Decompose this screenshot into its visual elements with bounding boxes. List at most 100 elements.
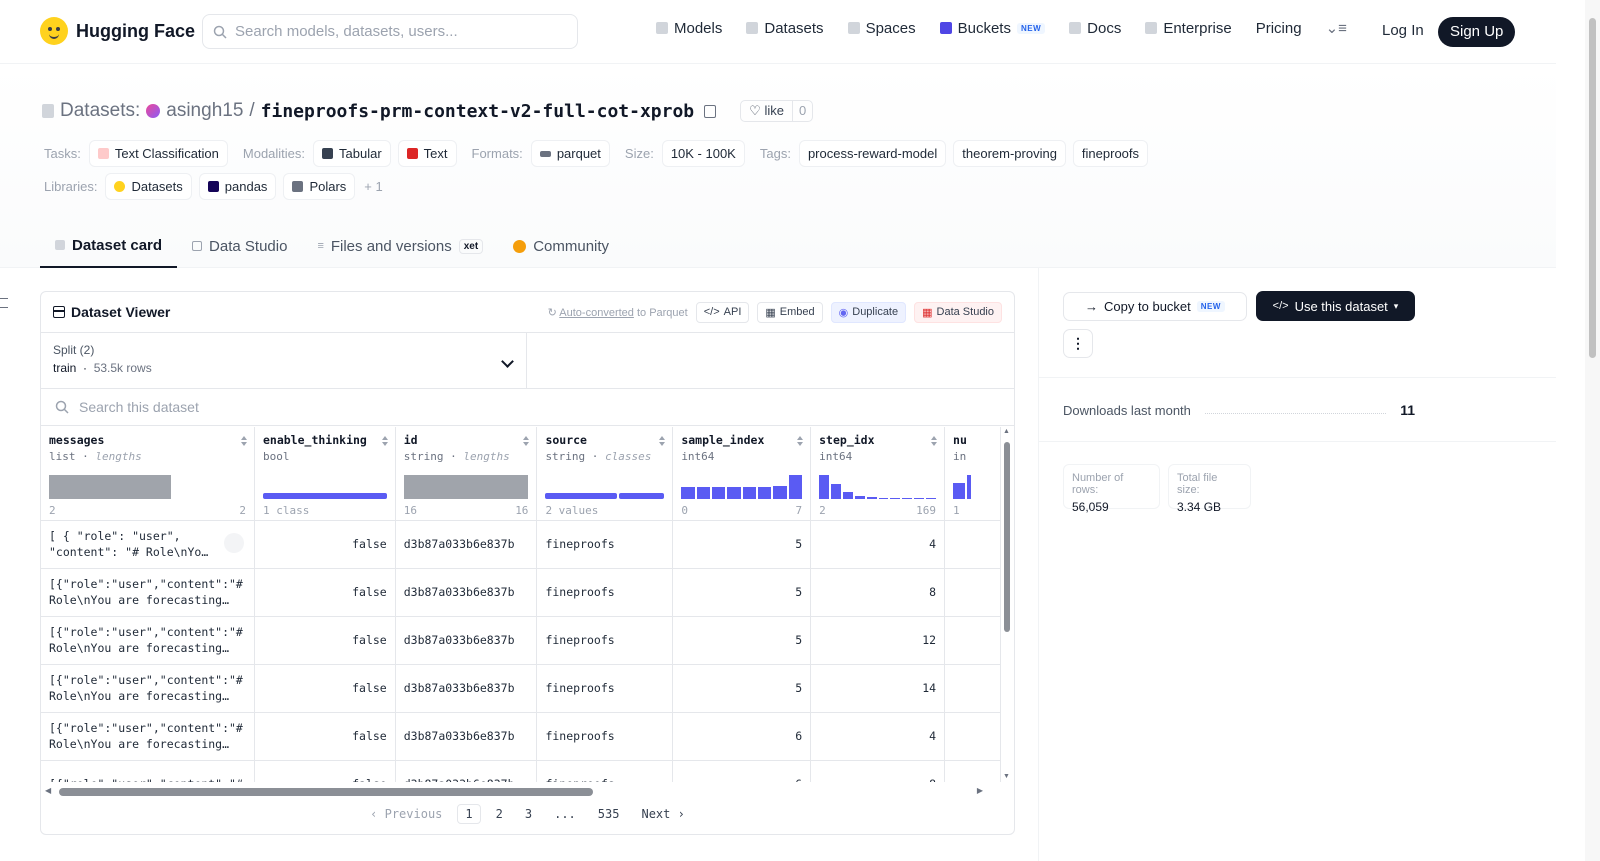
global-search-input[interactable]: Search models, datasets, users... xyxy=(202,14,578,49)
signup-button[interactable]: Sign Up xyxy=(1438,17,1516,47)
table-row[interactable]: [{"role":"user","content":"# Role\nYou a… xyxy=(41,712,1001,761)
api-button[interactable]: </> API xyxy=(695,301,750,323)
cell-num[interactable] xyxy=(944,712,1001,761)
scroll-up-icon[interactable]: ▲ xyxy=(1003,428,1010,435)
nav-pricing[interactable]: Pricing xyxy=(1256,20,1302,37)
cell-enable-thinking[interactable]: false xyxy=(254,568,396,617)
nav-datasets[interactable]: Datasets xyxy=(746,20,824,37)
tag-tabular[interactable]: Tabular xyxy=(313,140,391,167)
sort-icon[interactable] xyxy=(659,436,666,446)
scroll-left-icon[interactable]: ◀ xyxy=(45,786,51,795)
nav-enterprise[interactable]: Enterprise xyxy=(1145,20,1232,37)
cell-source[interactable]: fineproofs xyxy=(536,664,674,713)
libraries-more[interactable]: + 1 xyxy=(364,179,382,194)
cell-num[interactable] xyxy=(944,568,1001,617)
cell-num[interactable] xyxy=(944,664,1001,713)
tag-datasets-library[interactable]: Datasets xyxy=(105,173,192,200)
nav-docs[interactable]: Docs xyxy=(1069,20,1121,37)
table-row[interactable]: [{"role":"user","content":"# false d3b87a0… xyxy=(41,760,1001,782)
cell-num[interactable] xyxy=(944,520,1001,569)
scrollbar-thumb[interactable] xyxy=(59,788,593,796)
cell-source[interactable]: fineproofs xyxy=(536,616,674,665)
cell-step-idx[interactable]: 4 xyxy=(810,712,946,761)
tag-parquet[interactable]: parquet xyxy=(530,140,610,167)
cell-source[interactable]: fineproofs xyxy=(536,568,674,617)
logo[interactable]: Hugging Face xyxy=(40,17,195,45)
sort-icon[interactable] xyxy=(381,436,388,446)
tag-pandas[interactable]: pandas xyxy=(198,173,277,200)
table-horizontal-scrollbar[interactable]: ◀ ▶ xyxy=(45,786,997,796)
scroll-right-icon[interactable]: ▶ xyxy=(977,786,983,795)
cell-step-idx[interactable]: 8 xyxy=(810,568,946,617)
like-button[interactable]: ♡ like 0 xyxy=(740,100,814,122)
tag-text-classification[interactable]: Text Classification xyxy=(88,140,228,167)
cell-id[interactable]: d3b87a033b6e837b xyxy=(395,520,538,569)
column-header-messages[interactable]: messages list · lengths 22 xyxy=(41,427,255,521)
column-header-id[interactable]: id string · lengths 16 16 xyxy=(395,427,538,521)
cell-sample-index[interactable]: 5 xyxy=(672,664,812,713)
page-2-button[interactable]: 2 xyxy=(489,805,510,823)
tab-data-studio[interactable]: Data Studio xyxy=(177,224,302,268)
table-row[interactable]: [{"role":"user","content":"# Role\nYou a… xyxy=(41,664,1001,713)
tab-community[interactable]: Community xyxy=(498,224,624,268)
cell-id[interactable]: d3b87a033b6e837b xyxy=(395,616,538,665)
cell-num[interactable] xyxy=(944,616,1001,665)
table-row[interactable]: [{"role":"user","content":"# Role\nYou a… xyxy=(41,568,1001,617)
copy-to-bucket-button[interactable]: → Copy to bucket NEW xyxy=(1063,292,1247,321)
cell-enable-thinking[interactable]: false xyxy=(254,712,396,761)
column-header-source[interactable]: source string · classes 2 values xyxy=(536,427,674,521)
sort-icon[interactable] xyxy=(797,436,804,446)
page-3-button[interactable]: 3 xyxy=(518,805,539,823)
repo-name-link[interactable]: fineproofs-prm-context-v2-full-cot-xprob xyxy=(261,101,694,122)
dataset-search-input[interactable]: Search this dataset xyxy=(41,389,1014,426)
cell-step-idx[interactable]: 14 xyxy=(810,664,946,713)
cell-source[interactable]: fineproofs xyxy=(536,760,674,782)
use-this-dataset-button[interactable]: </> Use this dataset ▾ xyxy=(1256,291,1415,321)
cell-messages[interactable]: [{"role":"user","content":"# Role\nYou a… xyxy=(41,568,255,617)
previous-page-button[interactable]: ‹ Previous xyxy=(363,805,449,823)
duplicate-button[interactable]: ◉ Duplicate xyxy=(830,301,907,323)
nav-more-menu[interactable]: ⌄≡ xyxy=(1326,19,1347,37)
cell-source[interactable]: fineproofs xyxy=(536,712,674,761)
nav-spaces[interactable]: Spaces xyxy=(847,20,916,37)
table-row[interactable]: [{"role":"user","content":"# Role\nYou a… xyxy=(41,616,1001,665)
split-select[interactable]: Split (2) train · 53.5k rows xyxy=(41,333,527,388)
cell-sample-index[interactable]: 5 xyxy=(672,520,812,569)
sort-icon[interactable] xyxy=(240,436,247,446)
tag-polars[interactable]: Polars xyxy=(283,173,356,200)
cell-enable-thinking[interactable]: false xyxy=(254,616,396,665)
nav-buckets[interactable]: Buckets NEW xyxy=(939,20,1046,37)
page-1-button[interactable]: 1 xyxy=(457,804,481,824)
tag-size[interactable]: 10K - 100K xyxy=(661,140,745,167)
expand-cell-icon[interactable] xyxy=(223,532,244,553)
page-535-button[interactable]: 535 xyxy=(591,805,627,823)
cell-step-idx[interactable]: 4 xyxy=(810,520,946,569)
login-link[interactable]: Log In xyxy=(1382,22,1424,39)
scroll-down-icon[interactable]: ▼ xyxy=(1003,773,1010,780)
cell-id[interactable]: d3b87a033b6e837b xyxy=(395,712,538,761)
cell-sample-index[interactable]: 6 xyxy=(672,712,812,761)
column-header-step-idx[interactable]: step_idx int64 2 169 xyxy=(810,427,946,521)
tab-dataset-card[interactable]: Dataset card xyxy=(40,224,178,268)
column-header-sample-index[interactable]: sample_index int64 07 xyxy=(672,427,812,521)
sidebar-toggle-icon[interactable] xyxy=(0,298,8,308)
cell-enable-thinking[interactable]: false xyxy=(254,520,396,569)
tab-files-and-versions[interactable]: ≡ Files and versions xet xyxy=(302,224,498,268)
cell-source[interactable]: fineproofs xyxy=(536,520,674,569)
cell-id[interactable]: d3b87a033b6e837b xyxy=(395,760,538,782)
cell-step-idx[interactable]: 12 xyxy=(810,616,946,665)
tag-theorem-proving[interactable]: theorem-proving xyxy=(953,140,1066,167)
cell-messages[interactable]: [{"role":"user","content":"# xyxy=(41,760,255,782)
cell-messages[interactable]: [ { "role": "user", "content": "# Role\n… xyxy=(41,520,255,569)
cell-sample-index[interactable]: 5 xyxy=(672,616,812,665)
table-row[interactable]: [ { "role": "user", "content": "# Role\n… xyxy=(41,520,1001,569)
cell-id[interactable]: d3b87a033b6e837b xyxy=(395,568,538,617)
scrollbar-thumb[interactable] xyxy=(1004,442,1010,632)
cell-sample-index[interactable]: 6 xyxy=(672,760,812,782)
cell-messages[interactable]: [{"role":"user","content":"# Role\nYou a… xyxy=(41,664,255,713)
cell-messages[interactable]: [{"role":"user","content":"# Role\nYou a… xyxy=(41,616,255,665)
cell-sample-index[interactable]: 5 xyxy=(672,568,812,617)
page-scrollbar[interactable] xyxy=(1585,0,1600,861)
sort-icon[interactable] xyxy=(931,436,938,446)
cell-enable-thinking[interactable]: false xyxy=(254,664,396,713)
